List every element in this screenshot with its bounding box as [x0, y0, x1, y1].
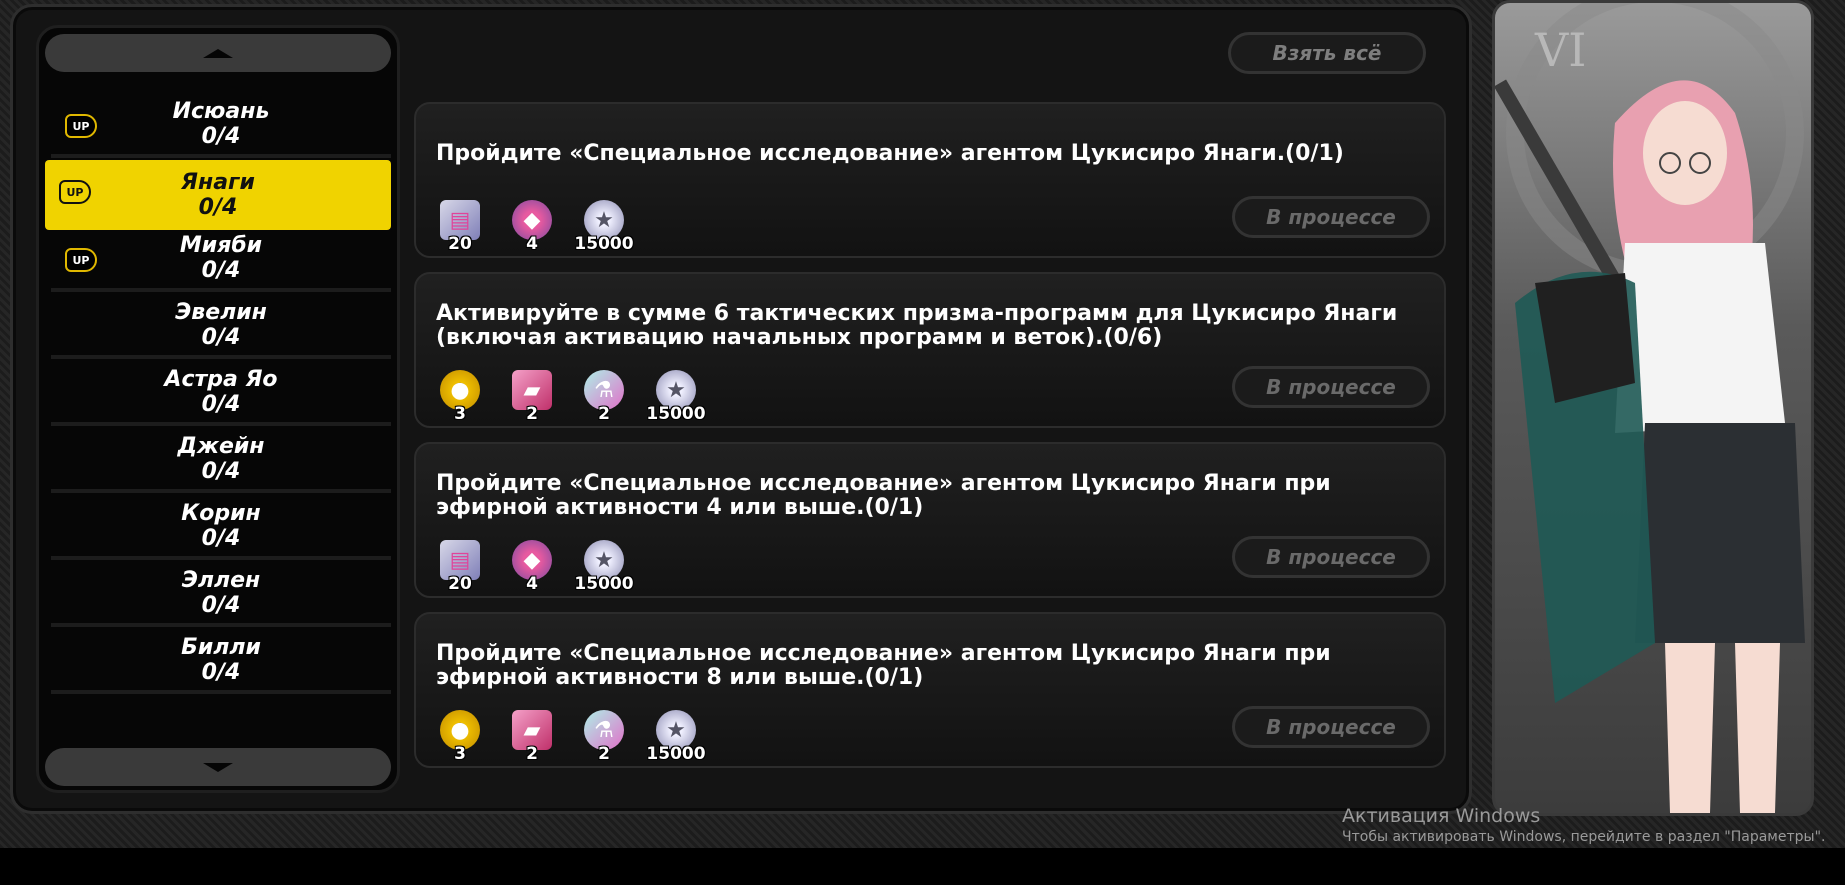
agent-name: Эллен [181, 568, 261, 593]
arrow-up-icon [203, 48, 233, 58]
reward-list: ● 3 ▰ 2 ⚗ 2 ★ 15000 [436, 708, 706, 764]
agent-sidebar: UP Исюань 0/4 UP Янаги 0/4 UP Мияби 0/4 … [36, 25, 400, 793]
reward-item[interactable]: ★ 15000 [574, 538, 634, 594]
reward-count: 3 [454, 744, 466, 764]
up-badge-icon: UP [65, 114, 97, 138]
agent-name: Джейн [177, 434, 265, 459]
agent-progress: 0/4 [201, 660, 241, 685]
agent-item-2[interactable]: UP Мияби 0/4 [51, 228, 391, 292]
agent-progress: 0/4 [201, 459, 241, 484]
reward-count: 3 [454, 404, 466, 424]
reward-count: 20 [448, 574, 472, 594]
reward-count: 15000 [646, 744, 706, 764]
reward-count: 4 [526, 234, 538, 254]
task-card-2: Пройдите «Специальное исследование» аген… [414, 442, 1446, 598]
agent-item-7[interactable]: Эллен 0/4 [51, 563, 391, 627]
agent-progress: 0/4 [201, 325, 241, 350]
agent-progress: 0/4 [201, 124, 241, 149]
up-badge-icon: UP [65, 248, 97, 272]
reward-item[interactable]: ▰ 2 [508, 708, 556, 764]
agent-name: Исюань [172, 99, 270, 124]
watermark-title: Активация Windows [1342, 805, 1541, 827]
reward-count: 15000 [646, 404, 706, 424]
reward-count: 4 [526, 574, 538, 594]
task-description: Пройдите «Специальное исследование» аген… [436, 141, 1344, 166]
reward-item[interactable]: ★ 15000 [646, 708, 706, 764]
reward-count: 2 [598, 744, 610, 764]
agent-name: Корин [181, 501, 261, 526]
task-description: Активируйте в сумме 6 тактических призма… [436, 301, 1398, 350]
reward-count: 2 [526, 404, 538, 424]
reward-item[interactable]: ◆ 4 [508, 538, 556, 594]
agent-item-1[interactable]: UP Янаги 0/4 [45, 160, 391, 230]
agent-item-0[interactable]: UP Исюань 0/4 [51, 94, 391, 158]
status-in-progress-button[interactable]: В процессе [1232, 196, 1430, 238]
agent-name: Астра Яо [164, 367, 278, 392]
claim-all-button[interactable]: Взять всё [1228, 32, 1426, 74]
agent-progress: 0/4 [201, 392, 241, 417]
agent-name: Мияби [179, 233, 263, 258]
watermark-subtitle: Чтобы активировать Windows, перейдите в … [1342, 829, 1826, 845]
reward-item[interactable]: ● 3 [436, 708, 484, 764]
arrow-down-icon [203, 762, 233, 772]
reward-count: 15000 [574, 234, 634, 254]
status-in-progress-button[interactable]: В процессе [1232, 366, 1430, 408]
reward-item[interactable]: ⚗ 2 [580, 368, 628, 424]
reward-item[interactable]: ▤ 20 [436, 538, 484, 594]
reward-count: 2 [526, 744, 538, 764]
agent-item-3[interactable]: Эвелин 0/4 [51, 295, 391, 359]
reward-item[interactable]: ● 3 [436, 368, 484, 424]
status-in-progress-button[interactable]: В процессе [1232, 706, 1430, 748]
reward-list: ▤ 20 ◆ 4 ★ 15000 [436, 198, 634, 254]
task-description: Пройдите «Специальное исследование» аген… [436, 471, 1331, 520]
agent-item-4[interactable]: Астра Яо 0/4 [51, 362, 391, 426]
scroll-up-button[interactable] [45, 34, 391, 72]
reward-item[interactable]: ▰ 2 [508, 368, 556, 424]
character-portrait: VI [1492, 0, 1814, 816]
agent-item-6[interactable]: Корин 0/4 [51, 496, 391, 560]
task-card-1: Активируйте в сумме 6 тактических призма… [414, 272, 1446, 428]
agent-name: Янаги [181, 170, 255, 195]
status-in-progress-button[interactable]: В процессе [1232, 536, 1430, 578]
agent-progress: 0/4 [198, 195, 238, 220]
agent-name: Билли [181, 635, 261, 660]
agent-item-5[interactable]: Джейн 0/4 [51, 429, 391, 493]
reward-list: ● 3 ▰ 2 ⚗ 2 ★ 15000 [436, 368, 706, 424]
scroll-down-button[interactable] [45, 748, 391, 786]
reward-count: 2 [598, 404, 610, 424]
task-description: Пройдите «Специальное исследование» аген… [436, 641, 1331, 690]
agent-item-8[interactable]: Билли 0/4 [51, 630, 391, 694]
agent-progress: 0/4 [201, 258, 241, 283]
reward-item[interactable]: ★ 15000 [646, 368, 706, 424]
agent-progress: 0/4 [201, 526, 241, 551]
reward-count: 20 [448, 234, 472, 254]
windows-activation-watermark: Активация Windows Чтобы активировать Win… [1342, 805, 1825, 845]
agent-name: Эвелин [175, 300, 267, 325]
reward-count: 15000 [574, 574, 634, 594]
reward-list: ▤ 20 ◆ 4 ★ 15000 [436, 538, 634, 594]
reward-item[interactable]: ★ 15000 [574, 198, 634, 254]
task-card-3: Пройдите «Специальное исследование» аген… [414, 612, 1446, 768]
agent-progress: 0/4 [201, 593, 241, 618]
reward-item[interactable]: ◆ 4 [508, 198, 556, 254]
reward-item[interactable]: ▤ 20 [436, 198, 484, 254]
clock-numeral: VI [1535, 23, 1587, 77]
reward-item[interactable]: ⚗ 2 [580, 708, 628, 764]
character-illustration [1495, 3, 1805, 813]
up-badge-icon: UP [59, 180, 91, 204]
task-card-0: Пройдите «Специальное исследование» аген… [414, 102, 1446, 258]
